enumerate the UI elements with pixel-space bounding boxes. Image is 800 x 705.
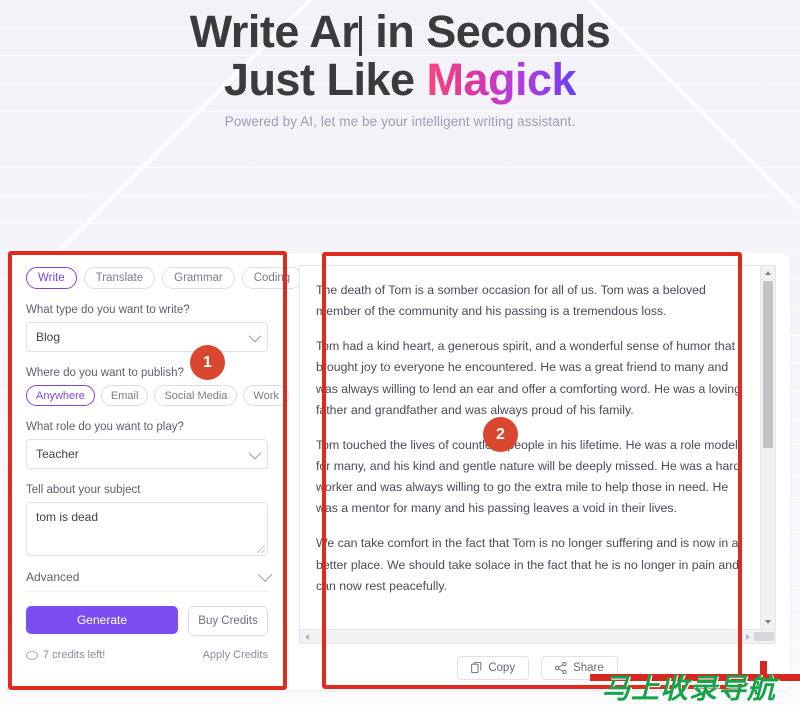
publish-option-anywhere[interactable]: Anywhere xyxy=(26,385,95,406)
publish-option-email[interactable]: Email xyxy=(100,385,149,406)
chevron-down-icon xyxy=(248,329,262,342)
horizontal-scrollbar[interactable] xyxy=(299,630,776,644)
advanced-toggle[interactable]: Advanced xyxy=(26,567,273,592)
title-accent-word: Magick xyxy=(426,54,577,105)
mode-tabs: Write Translate Grammar Coding xyxy=(26,267,303,289)
write-type-value: Blog xyxy=(36,330,61,344)
arrow-right-icon xyxy=(745,633,750,640)
resize-handle-icon[interactable] xyxy=(257,545,265,553)
subject-textarea[interactable]: tom is dead xyxy=(26,502,268,556)
credits-remaining: 7 credits left! xyxy=(26,649,105,661)
scroll-right-button[interactable] xyxy=(741,631,754,642)
title-text-before-caret: Write Ar xyxy=(189,6,359,57)
site-logo: 科 技 师 WWW.3KJS.COM xyxy=(322,142,478,212)
form-actions: Generate Buy Credits xyxy=(26,606,268,636)
share-label: Share xyxy=(573,662,604,674)
publish-target-label: Where do you want to publish? xyxy=(26,367,184,379)
coin-icon xyxy=(26,650,38,660)
chevron-down-icon xyxy=(258,567,273,582)
subject-label: Tell about your subject xyxy=(26,484,141,496)
generated-text[interactable]: The death of Tom is a somber occasion fo… xyxy=(300,266,760,629)
clipboard-icon xyxy=(471,662,482,674)
apply-credits-link[interactable]: Apply Credits xyxy=(203,649,268,661)
share-icon xyxy=(555,662,567,674)
role-label: What role do you want to play? xyxy=(26,421,184,433)
generate-button[interactable]: Generate xyxy=(26,606,178,634)
output-paragraph: Tom had a kind heart, a generous spirit,… xyxy=(316,339,741,417)
output-paragraph: We can take comfort in the fact that Tom… xyxy=(316,536,739,593)
logo-characters: 科 技 师 xyxy=(322,142,478,193)
app-card: Write Translate Grammar Coding What type… xyxy=(10,253,790,690)
publish-option-social-media[interactable]: Social Media xyxy=(154,385,238,406)
write-type-label: What type do you want to write? xyxy=(26,304,190,316)
tab-write[interactable]: Write xyxy=(26,267,77,289)
credits-remaining-label: 7 credits left! xyxy=(43,649,106,661)
output-paragraph: The death of Tom is a somber occasion fo… xyxy=(316,283,706,319)
buy-credits-button[interactable]: Buy Credits xyxy=(188,606,268,636)
hero-section: Write Ar in Seconds Just Like Magick Pow… xyxy=(0,0,800,129)
publish-option-work[interactable]: Work xyxy=(243,385,289,406)
logo-char-shi: 师 xyxy=(426,142,476,193)
advanced-label: Advanced xyxy=(26,570,80,584)
arrow-up-icon xyxy=(765,271,771,275)
output-panel: The death of Tom is a somber occasion fo… xyxy=(285,253,790,690)
hero-subtitle: Powered by AI, let me be your intelligen… xyxy=(224,113,576,129)
form-panel: Write Translate Grammar Coding What type… xyxy=(10,253,303,690)
text-caret-icon xyxy=(359,16,363,56)
logo-char-ke: 科 xyxy=(324,142,374,193)
page-title: Write Ar in Seconds Just Like Magick xyxy=(0,8,800,104)
role-value: Teacher xyxy=(36,447,79,461)
title-line-one: Write Ar in Seconds xyxy=(0,8,800,56)
chevron-down-icon xyxy=(248,446,262,459)
output-container: The death of Tom is a somber occasion fo… xyxy=(299,265,776,630)
horizontal-scrollbar-thumb[interactable] xyxy=(754,632,774,641)
publish-target-options: Anywhere Email Social Media Work xyxy=(26,385,289,406)
copy-button[interactable]: Copy xyxy=(457,656,530,680)
tab-grammar[interactable]: Grammar xyxy=(162,267,235,289)
share-button[interactable]: Share xyxy=(541,656,618,680)
logo-url: WWW.3KJS.COM xyxy=(334,195,466,212)
credits-row: 7 credits left! Apply Credits xyxy=(26,649,268,661)
scroll-up-button[interactable] xyxy=(761,266,775,280)
vertical-scrollbar[interactable] xyxy=(760,266,775,629)
tab-translate[interactable]: Translate xyxy=(83,267,156,289)
title-prefix: Just Like xyxy=(223,54,427,105)
vertical-scrollbar-thumb[interactable] xyxy=(763,281,773,448)
arrow-left-icon xyxy=(304,633,309,640)
logo-char-ji: 技 xyxy=(375,142,425,193)
output-actions: Copy Share xyxy=(299,644,776,680)
copy-label: Copy xyxy=(488,662,516,674)
title-line-two: Just Like Magick xyxy=(0,56,800,104)
write-type-select[interactable]: Blog xyxy=(26,322,268,352)
scroll-down-button[interactable] xyxy=(761,615,775,629)
arrow-down-icon xyxy=(765,620,771,624)
role-select[interactable]: Teacher xyxy=(26,439,268,469)
output-paragraph: Tom touched the lives of countless peopl… xyxy=(316,437,741,516)
subject-value: tom is dead xyxy=(36,510,99,524)
scroll-left-button[interactable] xyxy=(300,631,313,642)
title-text-after-caret: in Seconds xyxy=(363,6,611,57)
